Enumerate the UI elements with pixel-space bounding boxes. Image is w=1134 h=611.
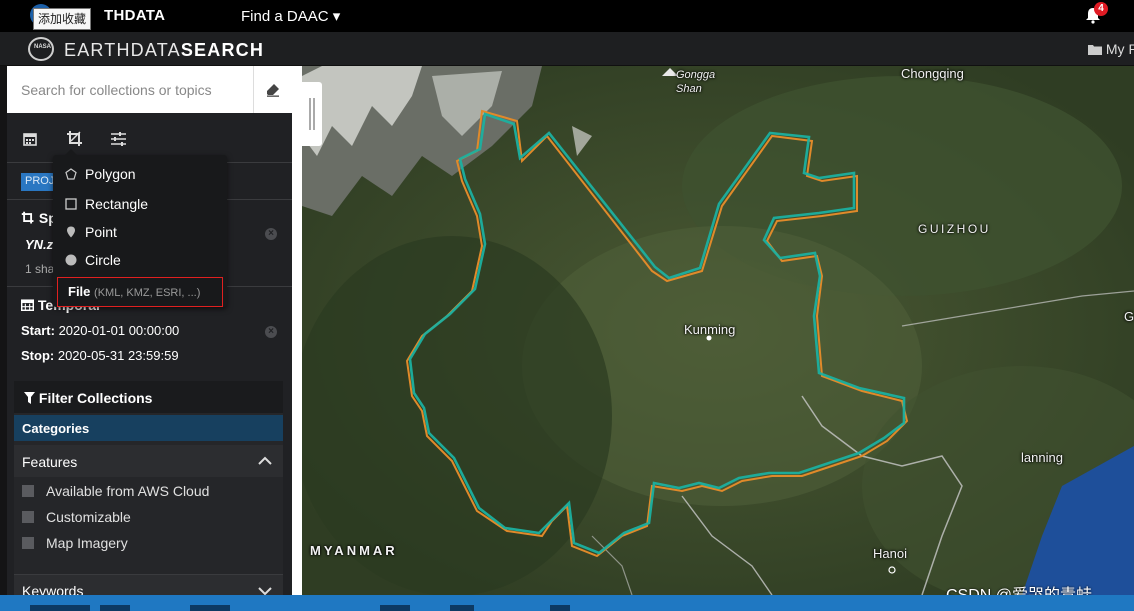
filter-collections-header: Filter Collections — [14, 381, 283, 413]
map-label-nanning: lanning — [1021, 450, 1063, 465]
app-title[interactable]: EARTHDATASEARCH — [64, 40, 264, 61]
checkbox[interactable] — [22, 485, 34, 497]
crop-icon — [21, 211, 34, 224]
bottom-bar-block — [30, 605, 90, 611]
bottom-bar-block — [550, 605, 570, 611]
polygon-icon — [65, 168, 77, 180]
notification-count-badge: 4 — [1094, 2, 1108, 16]
search-tool-row — [7, 122, 292, 158]
my-project-link[interactable]: My P — [1088, 41, 1134, 57]
rectangle-label: Rectangle — [85, 196, 149, 212]
file-label: File — [68, 284, 91, 299]
filter-collections-title: Filter Collections — [38, 390, 153, 406]
map-label-hanoi: Hanoi — [873, 546, 907, 561]
features-label: Features — [22, 454, 78, 470]
sidebar-left-strip — [0, 66, 7, 595]
spatial-option-polygon[interactable]: Polygon — [65, 166, 136, 182]
chevron-up-icon — [258, 456, 272, 465]
clear-spatial-button[interactable]: × — [265, 228, 277, 240]
nasa-logo-text: NASA — [34, 44, 52, 50]
spatial-type-dropdown: Polygon Rectangle Point Circle File (KML… — [53, 149, 227, 307]
global-nav-bar: THDATA 添加收藏 Find a DAAC ▾ 4 — [0, 0, 1134, 32]
map-label-gongga-shan: Gongga Shan — [676, 69, 716, 95]
calendar-small-icon — [21, 299, 34, 311]
find-daac-menu[interactable]: Find a DAAC ▾ — [241, 7, 340, 25]
option-label: Map Imagery — [46, 535, 128, 551]
clear-search-button[interactable] — [253, 66, 292, 113]
feature-option-aws-cloud[interactable]: Available from AWS Cloud — [22, 483, 209, 499]
file-hint: (KML, KMZ, ESRI, ...) — [94, 287, 201, 299]
option-label: Customizable — [46, 509, 131, 525]
map-pin-icon — [67, 226, 75, 238]
features-toggle[interactable]: Features — [14, 445, 283, 477]
filter-collections-panel: Filter Collections Categories Features A… — [14, 381, 283, 606]
circle-icon — [65, 254, 77, 266]
map-label-chongqing: Chongqing — [901, 66, 964, 81]
temporal-start: Start: 2020-01-01 00:00:00 — [21, 323, 179, 338]
nasa-logo-icon[interactable]: NASA — [28, 37, 54, 61]
spatial-option-file-upload[interactable]: File (KML, KMZ, ESRI, ...) — [57, 277, 223, 307]
map-label-edge: G — [1124, 309, 1134, 324]
sidebar: PROJECT Spatial YN.zip 1 shape selected … — [0, 66, 302, 606]
start-value: 2020-01-01 00:00:00 — [58, 323, 180, 338]
clear-temporal-button[interactable]: × — [265, 326, 277, 338]
filter-icon — [24, 392, 35, 404]
polygon-label: Polygon — [85, 166, 136, 182]
option-label: Available from AWS Cloud — [46, 483, 210, 499]
circle-label: Circle — [85, 252, 121, 268]
bookmark-tooltip: 添加收藏 — [33, 8, 92, 30]
sidebar-resize-handle[interactable] — [302, 82, 322, 146]
map-view[interactable]: Gongga Shan Chongqing GUIZHOU Kunming la… — [302, 66, 1134, 595]
my-project-label: My P — [1105, 41, 1134, 57]
earthdata-brand[interactable]: THDATA — [104, 7, 165, 24]
bottom-bar-block — [100, 605, 130, 611]
app-title-light: EARTHDATA — [64, 40, 181, 60]
bottom-results-bar[interactable] — [0, 595, 1134, 611]
temporal-stop: Stop: 2020-05-31 23:59:59 — [21, 348, 179, 363]
bottom-bar-block — [380, 605, 410, 611]
app-header: NASA EARTHDATASEARCH My P — [0, 32, 1134, 66]
feature-option-map-imagery[interactable]: Map Imagery — [22, 535, 128, 551]
checkbox[interactable] — [22, 511, 34, 523]
stop-label: Stop: — [21, 348, 55, 363]
folder-icon — [1088, 45, 1102, 55]
checkbox[interactable] — [22, 537, 34, 549]
bottom-bar-block — [190, 605, 230, 611]
eraser-icon — [267, 83, 279, 97]
dropdown-caret — [65, 149, 77, 155]
map-label-kunming: Kunming — [684, 322, 736, 337]
spatial-option-rectangle[interactable]: Rectangle — [65, 196, 148, 212]
crop-spatial-icon[interactable] — [66, 130, 84, 148]
sidebar-right-edge — [292, 66, 302, 595]
stop-value: 2020-05-31 23:59:59 — [57, 348, 179, 363]
categories-header: Categories — [14, 415, 283, 441]
calendar-icon[interactable] — [22, 130, 40, 148]
spatial-option-point[interactable]: Point — [65, 224, 117, 240]
rectangle-icon — [65, 198, 77, 210]
search-input[interactable] — [7, 66, 253, 113]
feature-option-customizable[interactable]: Customizable — [22, 509, 131, 525]
spatial-option-circle[interactable]: Circle — [65, 252, 121, 268]
bottom-bar-block — [450, 605, 474, 611]
sliders-icon[interactable] — [110, 130, 128, 148]
map-label-guizhou: GUIZHOU — [918, 222, 991, 236]
map-label-myanmar: MYANMAR — [310, 543, 398, 558]
point-label: Point — [85, 224, 117, 240]
search-box — [7, 66, 292, 113]
start-label: Start: — [21, 323, 55, 338]
app-title-bold: SEARCH — [180, 40, 265, 60]
